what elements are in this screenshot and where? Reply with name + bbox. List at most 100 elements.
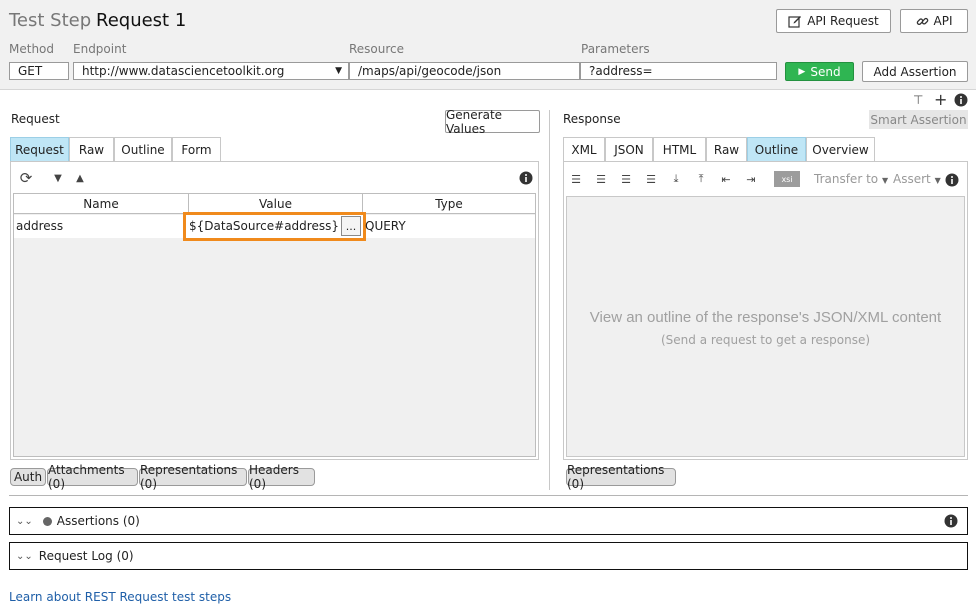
- align-left-icon[interactable]: ☰: [568, 171, 584, 187]
- response-editor: ☰ ☰ ☰ ☰ ⤓ ⤒ ⇤ ⇥ xsi Transfer to ▼ Assert…: [563, 161, 968, 460]
- tab-headers[interactable]: Headers (0): [248, 463, 315, 491]
- method-label: Method: [9, 42, 55, 56]
- request-editor: ⟳ ▼ ▲ Name Value Type address ${DataSour…: [10, 161, 539, 460]
- tab-json[interactable]: JSON: [605, 137, 653, 161]
- collapse-icon[interactable]: ⤒: [693, 171, 709, 187]
- value-picker-button[interactable]: ...: [341, 216, 361, 236]
- api-label: API: [933, 14, 953, 28]
- transfer-to-dropdown[interactable]: Transfer to ▼: [814, 172, 888, 186]
- empty-state-subtitle: (Send a request to get a response): [660, 333, 871, 347]
- link-icon: [916, 17, 928, 25]
- indent-icon[interactable]: ⇤: [718, 171, 734, 187]
- column-value-header[interactable]: Value: [189, 194, 363, 214]
- tab-html-label: HTML: [662, 142, 697, 157]
- align-center-icon[interactable]: ☰: [593, 171, 609, 187]
- generate-values-label: Generate Values: [446, 107, 503, 136]
- format-toolbar: ☰ ☰ ☰ ☰ ⤓ ⤒ ⇤ ⇥: [568, 171, 759, 187]
- response-panel-title: Response: [563, 112, 621, 126]
- tab-request[interactable]: Request: [10, 137, 69, 161]
- chevron-down-icon[interactable]: ▼: [335, 63, 342, 79]
- response-outline-area: View an outline of the response's JSON/X…: [566, 196, 965, 457]
- method-value: GET: [18, 64, 43, 78]
- resource-label: Resource: [349, 42, 405, 56]
- tab-auth[interactable]: Auth: [10, 468, 46, 486]
- assertions-label: Assertions (0): [56, 514, 140, 528]
- expand-icon[interactable]: ⤓: [668, 171, 684, 187]
- column-name-header[interactable]: Name: [14, 194, 189, 214]
- smart-assertion-button[interactable]: Smart Assertion: [869, 110, 968, 129]
- align-justify-icon[interactable]: ☰: [643, 171, 659, 187]
- tab-representations[interactable]: Representations (0): [139, 463, 247, 491]
- assert-dropdown[interactable]: Assert ▼: [893, 172, 941, 186]
- tab-overview-label: Overview: [812, 142, 869, 157]
- send-label: Send: [810, 64, 841, 79]
- column-type-header[interactable]: Type: [363, 194, 535, 214]
- play-icon: ▶: [798, 66, 806, 77]
- api-request-button[interactable]: API Request: [776, 9, 891, 33]
- tab-outline[interactable]: Outline: [114, 137, 172, 161]
- api-request-label: API Request: [807, 14, 879, 28]
- request-log-section[interactable]: ⌄⌄ Request Log (0): [9, 542, 968, 570]
- parameters-label: Parameters: [581, 42, 650, 56]
- tab-form[interactable]: Form: [172, 137, 221, 161]
- filter-icon[interactable]: ⊤: [913, 93, 923, 107]
- tab-outline-label: Outline: [121, 142, 165, 157]
- refresh-icon[interactable]: ⟳: [18, 169, 34, 187]
- resource-field[interactable]: /maps/api/geocode/json: [349, 62, 580, 80]
- info-icon[interactable]: [944, 514, 958, 531]
- endpoint-value: http://www.datasciencetoolkit.org: [82, 64, 285, 78]
- info-icon[interactable]: [944, 172, 960, 188]
- request-panel-title: Request: [11, 112, 60, 126]
- add-assertion-button[interactable]: Add Assertion: [862, 61, 968, 82]
- tab-xml[interactable]: XML: [563, 137, 605, 161]
- tab-overview[interactable]: Overview: [806, 137, 875, 161]
- param-value-cell[interactable]: ${DataSource#address} ...: [183, 212, 366, 241]
- table-row[interactable]: address ${DataSource#address} ... QUERY: [14, 212, 535, 241]
- endpoint-label: Endpoint: [73, 42, 127, 56]
- info-icon[interactable]: [954, 93, 968, 110]
- tab-html[interactable]: HTML: [653, 137, 706, 161]
- api-button[interactable]: API: [900, 9, 968, 33]
- param-name-cell[interactable]: address: [16, 219, 63, 233]
- status-dot-icon: [42, 516, 52, 526]
- parameters-value: ?address=: [589, 64, 653, 78]
- generate-values-button[interactable]: Generate Values: [445, 107, 540, 136]
- tab-xml-label: XML: [571, 142, 597, 157]
- align-right-icon[interactable]: ☰: [618, 171, 634, 187]
- empty-state-title: View an outline of the response's JSON/X…: [589, 309, 942, 326]
- chevron-double-down-icon[interactable]: ⌄⌄: [16, 551, 33, 562]
- divider: [9, 495, 968, 496]
- tab-outline[interactable]: Outline: [747, 137, 806, 161]
- send-button[interactable]: ▶ Send: [785, 62, 854, 81]
- ellipsis-label: ...: [345, 219, 357, 233]
- method-select[interactable]: GET: [9, 62, 69, 80]
- chevron-down-icon: ▼: [934, 176, 941, 185]
- info-icon[interactable]: [518, 170, 534, 186]
- param-value-text[interactable]: ${DataSource#address}: [189, 219, 339, 233]
- add-assertion-label: Add Assertion: [873, 64, 957, 79]
- panel-splitter[interactable]: [549, 110, 550, 490]
- move-down-icon[interactable]: ▼: [50, 170, 66, 186]
- tab-raw[interactable]: Raw: [69, 137, 114, 161]
- outdent-icon[interactable]: ⇥: [743, 171, 759, 187]
- add-icon[interactable]: +: [934, 90, 947, 109]
- chevron-down-icon: ▼: [881, 176, 889, 185]
- top-bar: Test Step Request 1 API Request API Meth…: [0, 0, 976, 90]
- parameters-field[interactable]: ?address=: [580, 62, 777, 80]
- tab-raw[interactable]: Raw: [706, 137, 747, 161]
- step-name[interactable]: Request 1: [96, 10, 186, 31]
- tab-form-label: Form: [181, 142, 212, 157]
- edit-icon: [788, 16, 802, 28]
- tab-raw-label: Raw: [78, 142, 105, 157]
- chevron-double-down-icon[interactable]: ⌄⌄: [16, 516, 33, 527]
- transfer-to-label: Transfer to: [814, 172, 879, 186]
- tab-response-representations[interactable]: Representations (0): [566, 463, 676, 491]
- assertions-section[interactable]: ⌄⌄ Assertions (0): [9, 507, 968, 535]
- move-up-icon[interactable]: ▲: [72, 170, 88, 186]
- tab-attachments[interactable]: Attachments (0): [47, 463, 138, 491]
- learn-link[interactable]: Learn about REST Request test steps: [9, 590, 231, 604]
- endpoint-field[interactable]: http://www.datasciencetoolkit.org ▼: [73, 62, 349, 80]
- params-table: Name Value Type address ${DataSource#add…: [13, 193, 536, 457]
- param-type-cell[interactable]: QUERY: [365, 219, 406, 233]
- xsi-toggle[interactable]: xsi: [774, 171, 800, 187]
